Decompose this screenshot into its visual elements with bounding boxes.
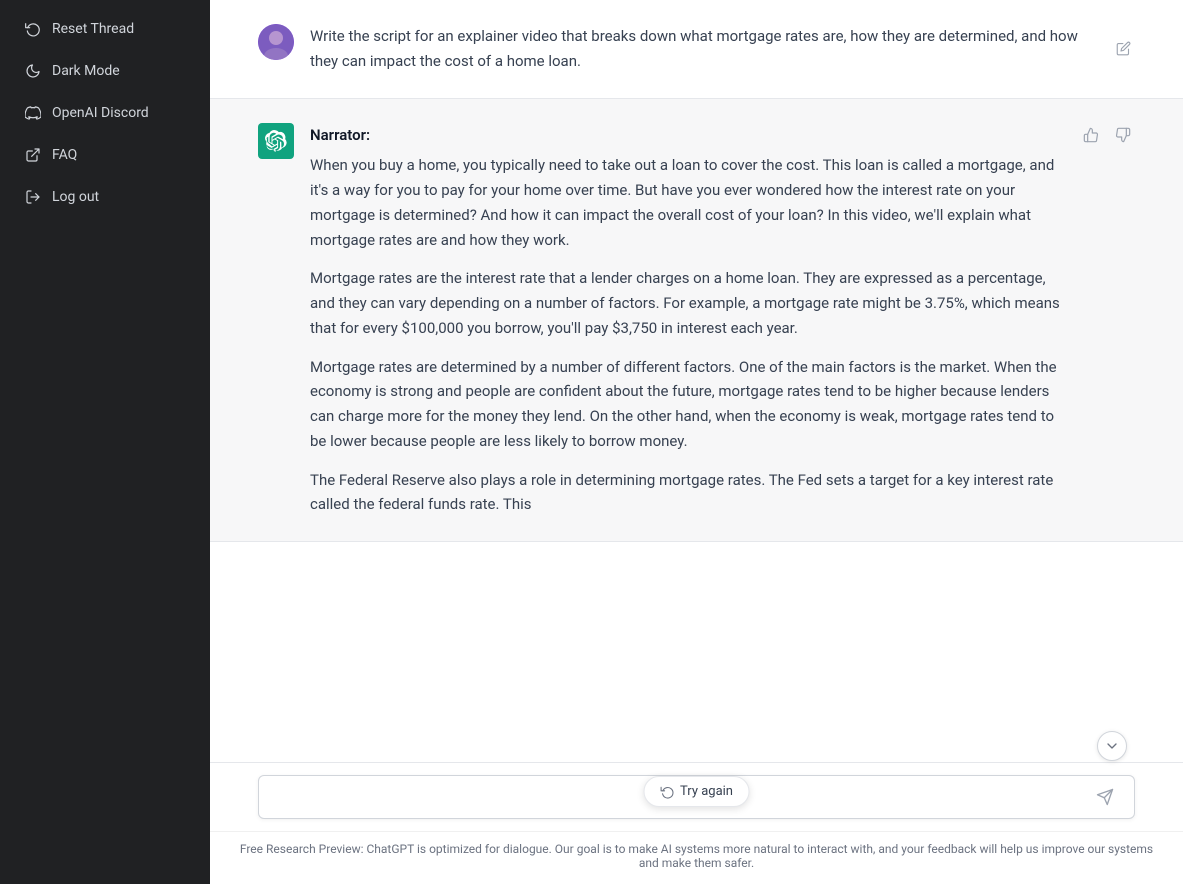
sidebar-item-logout[interactable]: Log out <box>8 178 202 216</box>
ai-paragraph-1: When you buy a home, you typically need … <box>310 153 1067 252</box>
refresh-icon <box>660 785 674 799</box>
footer-text: Free Research Preview: ChatGPT is optimi… <box>240 842 1153 870</box>
user-message-row: Write the script for an explainer video … <box>210 0 1183 99</box>
ai-message-content: Narrator: When you buy a home, you typic… <box>310 123 1067 518</box>
thumbs-down-button[interactable] <box>1111 123 1135 147</box>
sidebar-item-openai-discord[interactable]: OpenAI Discord <box>8 94 202 132</box>
footer: Free Research Preview: ChatGPT is optimi… <box>210 831 1183 884</box>
ai-paragraph-4: The Federal Reserve also plays a role in… <box>310 468 1067 518</box>
moon-icon <box>24 62 42 80</box>
scroll-bottom-button[interactable] <box>1097 731 1127 761</box>
sidebar-item-label: Reset Thread <box>52 21 134 37</box>
user-avatar <box>258 24 294 60</box>
external-link-icon <box>24 146 42 164</box>
thumbs-down-icon <box>1115 127 1131 143</box>
ai-paragraph-2: Mortgage rates are the interest rate tha… <box>310 266 1067 340</box>
sidebar-item-label: Dark Mode <box>52 63 120 79</box>
sidebar-item-faq[interactable]: FAQ <box>8 136 202 174</box>
send-icon <box>1096 788 1114 806</box>
user-message-text: Write the script for an explainer video … <box>310 24 1100 74</box>
chat-container: Write the script for an explainer video … <box>210 0 1183 762</box>
sidebar-item-label: FAQ <box>52 147 77 163</box>
logout-icon <box>24 188 42 206</box>
sidebar-item-dark-mode[interactable]: Dark Mode <box>8 52 202 90</box>
sidebar-item-label: Log out <box>52 189 99 205</box>
edit-message-button[interactable] <box>1112 24 1135 74</box>
sidebar: Reset Thread Dark Mode OpenAI Discord FA… <box>0 0 210 884</box>
discord-icon <box>24 104 42 122</box>
try-again-tooltip[interactable]: Try again <box>643 776 750 807</box>
thumbs-up-button[interactable] <box>1079 123 1103 147</box>
ai-message-row: Narrator: When you buy a home, you typic… <box>210 99 1183 543</box>
edit-icon <box>1116 41 1131 56</box>
thumbs-up-icon <box>1083 127 1099 143</box>
ai-paragraph-3: Mortgage rates are determined by a numbe… <box>310 355 1067 454</box>
reset-icon <box>24 20 42 38</box>
send-button[interactable] <box>1090 786 1120 808</box>
ai-avatar <box>258 123 294 159</box>
narrator-label: Narrator: <box>310 123 1067 148</box>
message-actions <box>1079 123 1135 518</box>
input-area: Try again <box>210 762 1183 831</box>
chevron-down-icon <box>1104 738 1120 754</box>
try-again-label: Try again <box>680 784 733 799</box>
sidebar-item-reset-thread[interactable]: Reset Thread <box>8 10 202 48</box>
main-content: Write the script for an explainer video … <box>210 0 1183 884</box>
sidebar-item-label: OpenAI Discord <box>52 105 149 121</box>
